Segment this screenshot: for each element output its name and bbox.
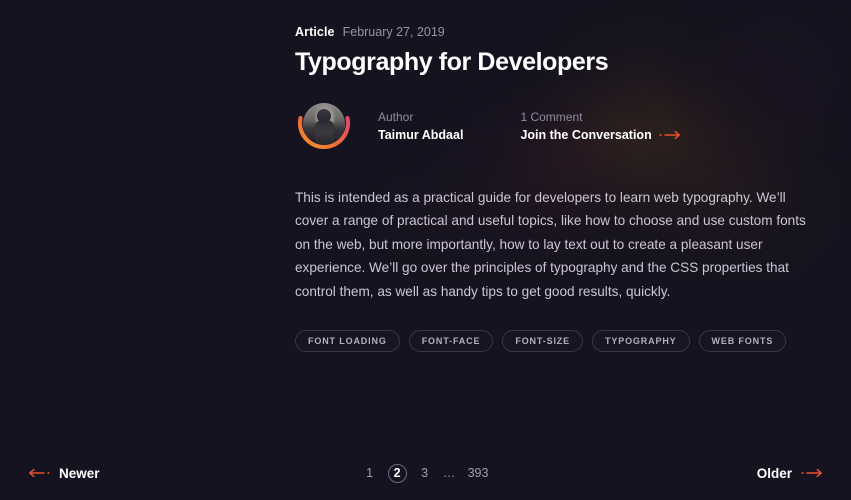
byline-author-block: Author Taimur Abdaal	[378, 110, 463, 142]
article-card: Article February 27, 2019 Typography for…	[295, 0, 840, 353]
pagination-footer: Newer 1 2 3 … 393 Older	[0, 446, 851, 500]
article-title[interactable]: Typography for Developers	[295, 48, 840, 77]
article-excerpt: This is intended as a practical guide fo…	[295, 189, 806, 299]
tag-item[interactable]: Font-Size	[502, 330, 584, 353]
arrow-right-icon	[659, 130, 683, 140]
tag-item[interactable]: Typography	[592, 330, 690, 353]
tag-item[interactable]: Font Loading	[295, 330, 400, 353]
tag-list: Font Loading Font-Face Font-Size Typogra…	[295, 330, 840, 353]
page-ellipsis: …	[442, 466, 457, 480]
avatar-photo	[303, 102, 345, 145]
page-number-1[interactable]: 1	[363, 466, 377, 480]
page-number-list: 1 2 3 … 393	[0, 463, 851, 483]
page-number-2-active[interactable]: 2	[387, 463, 407, 483]
join-conversation-link[interactable]: Join the Conversation	[520, 128, 682, 142]
article-date: February 27, 2019	[342, 25, 445, 39]
comment-count: 1 Comment	[520, 109, 583, 124]
article-meta: Article February 27, 2019	[295, 25, 840, 39]
avatar[interactable]	[295, 100, 353, 152]
article-byline: Author Taimur Abdaal 1 Comment Join the …	[295, 100, 840, 152]
author-label: Author	[378, 109, 414, 124]
byline-comments-block: 1 Comment Join the Conversation	[520, 110, 682, 142]
article-type-label: Article	[295, 25, 335, 39]
author-name[interactable]: Taimur Abdaal	[378, 128, 463, 142]
join-conversation-label: Join the Conversation	[520, 127, 652, 142]
page-number-last[interactable]: 393	[468, 466, 489, 480]
tag-item[interactable]: Font-Face	[408, 330, 494, 353]
tag-item[interactable]: Web Fonts	[698, 330, 787, 353]
page-number-3[interactable]: 3	[418, 466, 432, 480]
